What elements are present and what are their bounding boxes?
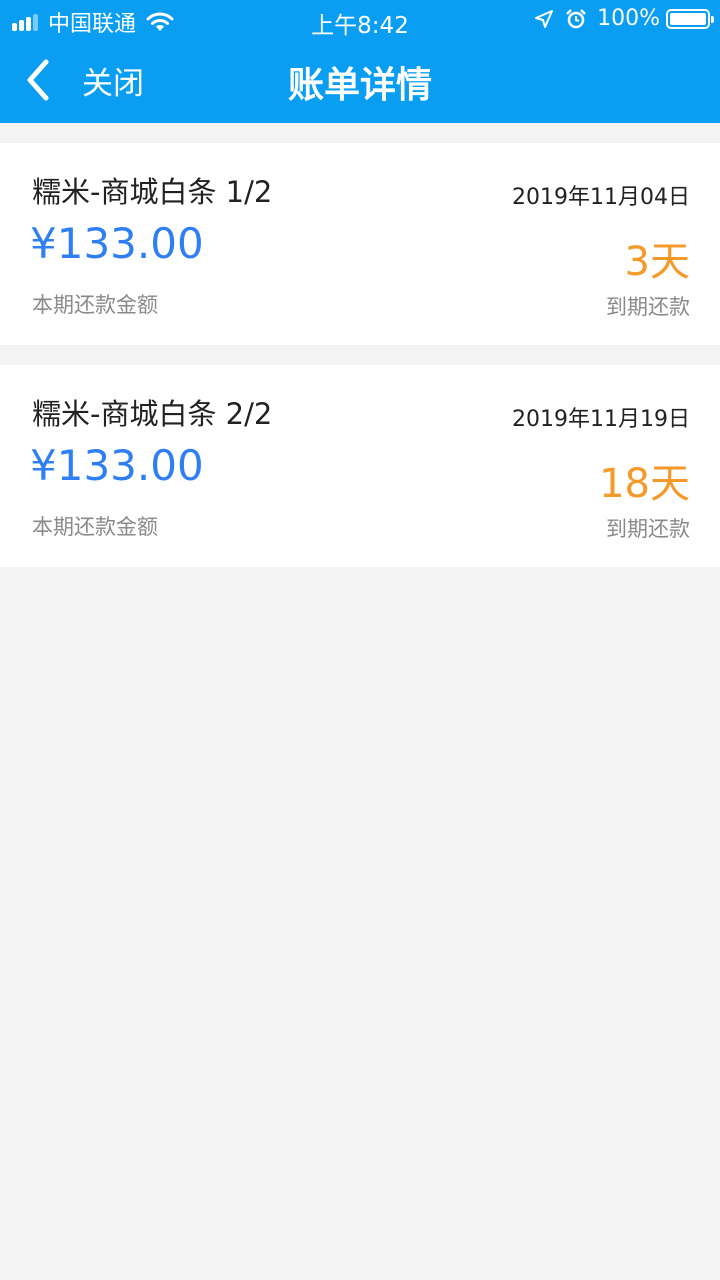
bill-amount-label: 本期还款金额: [32, 515, 158, 539]
alarm-clock-icon: [566, 8, 586, 28]
bill-amount-label: 本期还款金额: [32, 293, 158, 317]
header: 中国联通 上午8:42 100% 关闭 账单详情: [0, 0, 720, 123]
bill-name: 糯米-商城白条 1/2: [32, 175, 273, 209]
page-title: 账单详情: [287, 65, 432, 106]
status-right: 100%: [533, 6, 714, 31]
battery-percent: 100%: [597, 6, 660, 31]
bill-date: 2019年11月19日: [512, 407, 690, 432]
bill-card[interactable]: 糯米-商城白条 1/2 2019年11月04日 ¥133.00 3天 本期还款金…: [0, 143, 720, 345]
bill-date: 2019年11月04日: [512, 185, 690, 210]
bill-amount: ¥133.00: [30, 441, 204, 490]
bill-card[interactable]: 糯米-商城白条 2/2 2019年11月19日 ¥133.00 18天 本期还款…: [0, 365, 720, 567]
bill-days-remaining: 3天: [624, 239, 690, 285]
bill-days-remaining: 18天: [599, 461, 690, 507]
status-bar: 中国联通 上午8:42 100%: [0, 0, 720, 40]
battery-icon: [666, 8, 714, 29]
location-arrow-icon: [535, 9, 554, 28]
bill-due-label: 到期还款: [606, 517, 690, 541]
bill-due-label: 到期还款: [606, 295, 690, 319]
nav-bar: 关闭 账单详情: [0, 40, 720, 123]
bill-name: 糯米-商城白条 2/2: [32, 397, 273, 431]
bill-amount: ¥133.00: [30, 219, 204, 268]
